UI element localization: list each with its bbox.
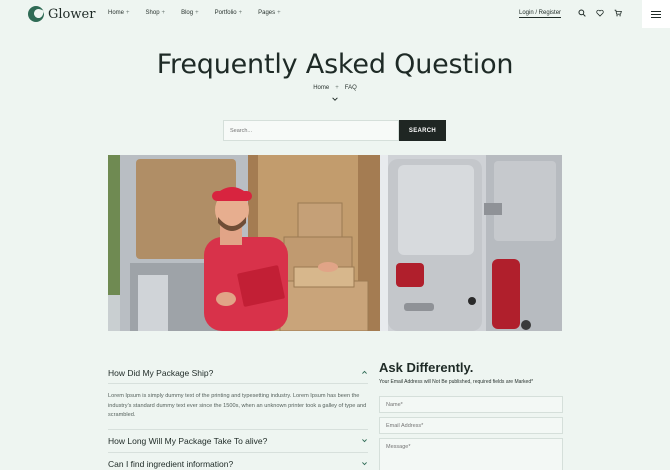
plus-icon: +	[238, 10, 243, 16]
search-input[interactable]	[223, 120, 399, 141]
chevron-up-icon	[362, 370, 367, 374]
breadcrumb-home[interactable]: Home	[313, 85, 329, 91]
plus-icon: +	[195, 10, 199, 16]
faq-item: How Long Will My Package Take To alive?	[108, 430, 368, 453]
message-field[interactable]	[379, 438, 563, 470]
cart-icon[interactable]	[614, 9, 622, 17]
faq-question: How Long Will My Package Take To alive?	[108, 435, 268, 446]
main-nav: Home + Shop + Blog + Portfolio + Pages +	[108, 10, 297, 16]
plus-icon: +	[161, 10, 166, 16]
name-field[interactable]	[379, 396, 563, 413]
leaf-logo-icon	[28, 6, 44, 22]
chevron-down-icon	[332, 97, 338, 101]
nav-item-pages[interactable]: Pages +	[258, 10, 281, 16]
plus-icon: +	[126, 10, 130, 16]
email-field[interactable]	[379, 417, 563, 434]
faq-search: SEARCH	[223, 120, 446, 141]
breadcrumb-current: FAQ	[344, 85, 357, 91]
faq-accordion: How Did My Package Ship? Lorem Ipsum is …	[108, 362, 368, 470]
search-button[interactable]: SEARCH	[399, 120, 446, 141]
login-register-link[interactable]: Login / Register	[519, 10, 562, 18]
site-header: Glower Home + Shop + Blog + Portfolio + Page…	[0, 0, 670, 30]
faq-question-toggle[interactable]: Can I find ingredient information?	[108, 453, 368, 470]
nav-item-home[interactable]: Home +	[108, 10, 130, 16]
brand-name: Glower	[48, 6, 96, 22]
faq-question: How Did My Package Ship?	[108, 367, 214, 378]
form-title: Ask Differently.	[379, 360, 474, 375]
nav-item-portfolio[interactable]: Portfolio +	[215, 10, 243, 16]
search-icon[interactable]	[578, 9, 586, 17]
faq-question-toggle[interactable]: How Did My Package Ship?	[108, 362, 368, 384]
breadcrumb: Home + FAQ	[0, 85, 670, 91]
hamburger-menu-icon[interactable]	[642, 0, 670, 28]
breadcrumb-separator: +	[335, 85, 339, 91]
ask-differently-form: Ask Differently. Your Email Address will…	[379, 360, 563, 470]
faq-answer: Lorem Ipsum is simply dummy text of the …	[108, 393, 367, 418]
chevron-down-icon	[362, 439, 367, 443]
faq-question-toggle[interactable]: How Long Will My Package Take To alive?	[108, 430, 368, 452]
faq-item: How Did My Package Ship? Lorem Ipsum is …	[108, 362, 368, 430]
nav-item-shop[interactable]: Shop +	[146, 10, 166, 16]
page-title: Frequently Asked Question	[156, 49, 514, 80]
brand-logo[interactable]: Glower	[28, 6, 95, 22]
hero-photo-delivery-man	[108, 155, 562, 331]
faq-item: Can I find ingredient information?	[108, 453, 368, 470]
nav-item-blog[interactable]: Blog +	[181, 10, 199, 16]
chevron-down-icon	[362, 462, 367, 466]
faq-question: Can I find ingredient information?	[108, 458, 234, 469]
plus-icon: +	[277, 10, 281, 16]
heart-icon[interactable]	[596, 9, 604, 17]
form-note: Your Email Address will Not Be published…	[379, 379, 534, 385]
